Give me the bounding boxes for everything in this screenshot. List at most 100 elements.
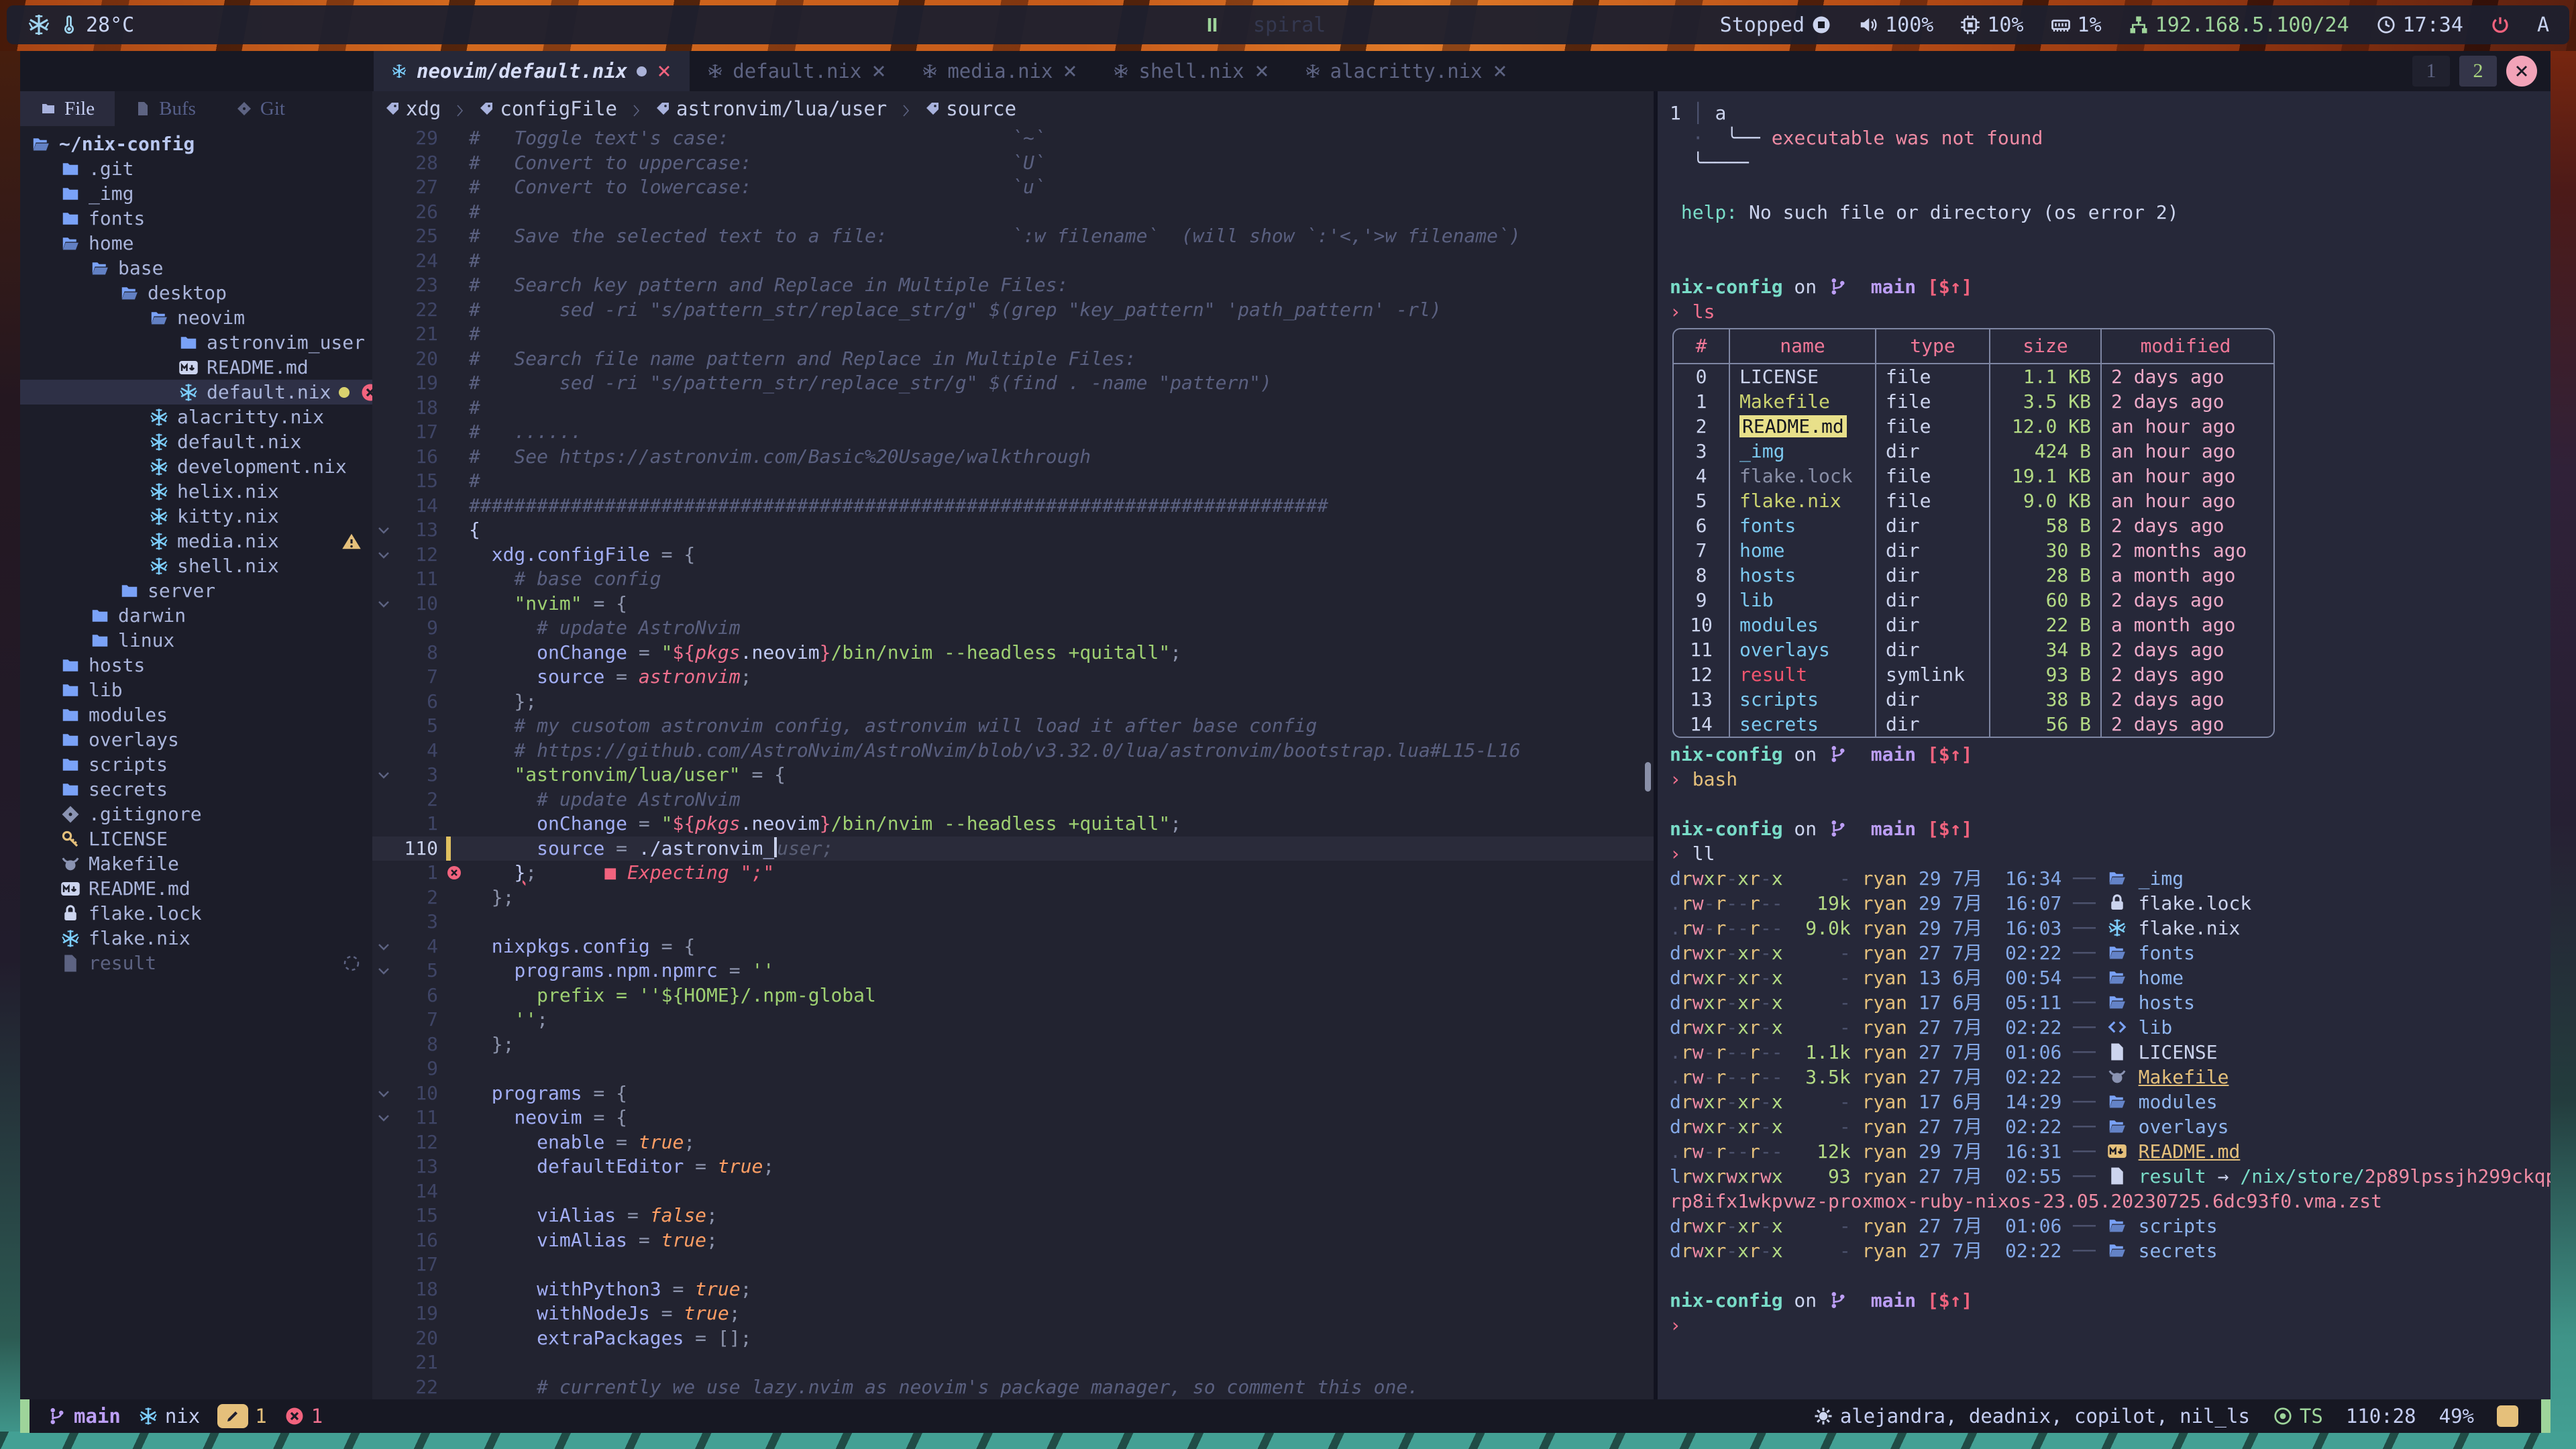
tabpage-2[interactable]: 2 xyxy=(2459,56,2497,87)
cow-icon xyxy=(60,854,80,874)
sidebar-tab-git[interactable]: Git xyxy=(216,91,305,126)
tree-item[interactable]: README.md xyxy=(20,355,372,380)
lsp-clients: alejandra, deadnix, copilot, nil_ls xyxy=(1813,1405,2250,1428)
tree-item[interactable]: default.nix xyxy=(20,380,372,405)
tree-item[interactable]: default.nix xyxy=(20,429,372,454)
table-row: 14secretsdir56 B2 days ago xyxy=(1674,712,2273,737)
code-line: 21 xyxy=(372,1350,1654,1375)
tree-item[interactable]: .gitignore xyxy=(20,802,372,826)
tree-item[interactable]: desktop xyxy=(20,280,372,305)
power-icon[interactable] xyxy=(2490,15,2510,35)
buffer-tab[interactable]: neovim/default.nix xyxy=(374,51,690,91)
tree-item[interactable]: lib xyxy=(20,678,372,702)
close-buffer-icon[interactable] xyxy=(1492,63,1508,79)
tree-item[interactable]: helix.nix xyxy=(20,479,372,504)
close-file-icon[interactable] xyxy=(360,382,372,402)
tree-item[interactable]: flake.nix xyxy=(20,926,372,951)
breadcrumb-item[interactable]: xdg xyxy=(384,97,441,120)
code-area[interactable]: 29# Toggle text's case: `~`28# Convert t… xyxy=(372,126,1654,1399)
tabpage-1[interactable]: 1 xyxy=(2412,56,2450,87)
tree-item[interactable]: home xyxy=(20,231,372,256)
tree-item[interactable]: LICENSE xyxy=(20,826,372,851)
close-buffer-icon[interactable] xyxy=(656,63,672,79)
code-line: 5 # my cusotom astronvim config, astronv… xyxy=(372,714,1654,739)
close-tab-button[interactable] xyxy=(2506,56,2537,87)
close-buffer-icon[interactable] xyxy=(871,63,887,79)
table-cell: 6 xyxy=(1696,515,1707,537)
buffer-label: neovim/default.nix xyxy=(417,60,627,83)
nix-filetype-icon xyxy=(138,1406,158,1426)
breadcrumb-item[interactable]: astronvim/lua/user xyxy=(655,97,887,120)
lock-icon xyxy=(60,904,80,924)
sidebar-tab-file[interactable]: File xyxy=(20,91,115,126)
table-cell: modules xyxy=(1739,614,1819,636)
buffer-label: media.nix xyxy=(947,60,1053,83)
tree-item[interactable]: media.nix xyxy=(20,529,372,553)
code-line: 28# Convert to uppercase: `U` xyxy=(372,151,1654,176)
code-line: 11 # base config xyxy=(372,567,1654,592)
tree-item-label: alacritty.nix xyxy=(177,406,324,428)
tree-item[interactable]: fonts xyxy=(20,206,372,231)
breadcrumb-item[interactable]: configFile xyxy=(478,97,617,120)
code-line: 7 ''; xyxy=(372,1008,1654,1032)
buffer-label: alacritty.nix xyxy=(1330,60,1483,83)
tree-item[interactable]: astronvim_user xyxy=(20,330,372,355)
file-icon xyxy=(2107,1166,2127,1186)
tree-item[interactable]: README.md xyxy=(20,876,372,901)
line-number: 11 xyxy=(395,567,446,592)
buffer-tab[interactable]: media.nix xyxy=(904,51,1095,91)
tree-item[interactable]: .git xyxy=(20,156,372,181)
line-number: 15 xyxy=(395,1203,446,1228)
tree-item-label: darwin xyxy=(118,604,186,627)
tree-item[interactable]: hosts xyxy=(20,653,372,678)
buffer-tab[interactable]: alacritty.nix xyxy=(1287,51,1525,91)
line-number: 2 xyxy=(395,788,446,812)
terminal-pane[interactable]: 1 │ a · ╰── executable was not found ╰──… xyxy=(1658,91,2551,1399)
close-buffer-icon[interactable] xyxy=(1062,63,1078,79)
git-icon xyxy=(236,101,252,117)
tree-item[interactable]: alacritty.nix xyxy=(20,405,372,429)
scrollbar-thumb[interactable] xyxy=(1645,762,1651,792)
filetype-label: nix xyxy=(165,1405,200,1428)
modified-value: 1 xyxy=(255,1405,266,1428)
tree-item[interactable]: overlays xyxy=(20,727,372,752)
editor-pane: xdg configFile astronvim/lua/user source 2 9… xyxy=(372,91,1654,1399)
tag-icon xyxy=(384,101,400,117)
code-line: 3 xyxy=(372,910,1654,934)
tree-item[interactable]: Makefile xyxy=(20,851,372,876)
tree-item[interactable]: _img xyxy=(20,181,372,206)
table-cell: 58 B xyxy=(2046,515,2091,537)
code-line: 26# xyxy=(372,200,1654,225)
table-cell: dir xyxy=(1886,639,1920,661)
tree-item[interactable]: kitty.nix xyxy=(20,504,372,529)
tree-item[interactable]: result xyxy=(20,951,372,975)
tree-item[interactable]: development.nix xyxy=(20,454,372,479)
sidebar-tab-bufs[interactable]: Bufs xyxy=(115,91,216,126)
buffer-tab[interactable]: shell.nix xyxy=(1095,51,1287,91)
tree-item[interactable]: scripts xyxy=(20,752,372,777)
folder-icon xyxy=(40,101,56,117)
tree-item[interactable]: flake.lock xyxy=(20,901,372,926)
chevr-icon xyxy=(628,103,644,119)
os-status-bar: 28°C spiral Stopped 100% 10% 1% 192.168.… xyxy=(7,5,2569,44)
tree-item[interactable]: shell.nix xyxy=(20,553,372,578)
line-number: 9 xyxy=(395,616,446,641)
tree-item[interactable]: base xyxy=(20,256,372,280)
line-number: 28 xyxy=(395,151,446,176)
x-icon xyxy=(2514,63,2530,79)
tree-item[interactable]: modules xyxy=(20,702,372,727)
table-cell: 56 B xyxy=(2046,713,2091,735)
breadcrumb-label: configFile xyxy=(500,97,617,120)
buffer-tab[interactable]: default.nix xyxy=(690,51,904,91)
close-buffer-icon[interactable] xyxy=(1254,63,1270,79)
chevd-icon xyxy=(376,1085,392,1102)
tree-item[interactable]: linux xyxy=(20,628,372,653)
table-row: 2README.mdfile12.0 KBan hour ago xyxy=(1674,414,2273,439)
tree-item[interactable]: ~/nix-config xyxy=(20,131,372,156)
tree-item[interactable]: server xyxy=(20,578,372,603)
tree-item[interactable]: darwin xyxy=(20,603,372,628)
tree-item[interactable]: secrets xyxy=(20,777,372,802)
breadcrumb-item[interactable]: source xyxy=(924,97,1016,120)
folder-open-icon xyxy=(2107,1091,2127,1112)
tree-item[interactable]: neovim xyxy=(20,305,372,330)
